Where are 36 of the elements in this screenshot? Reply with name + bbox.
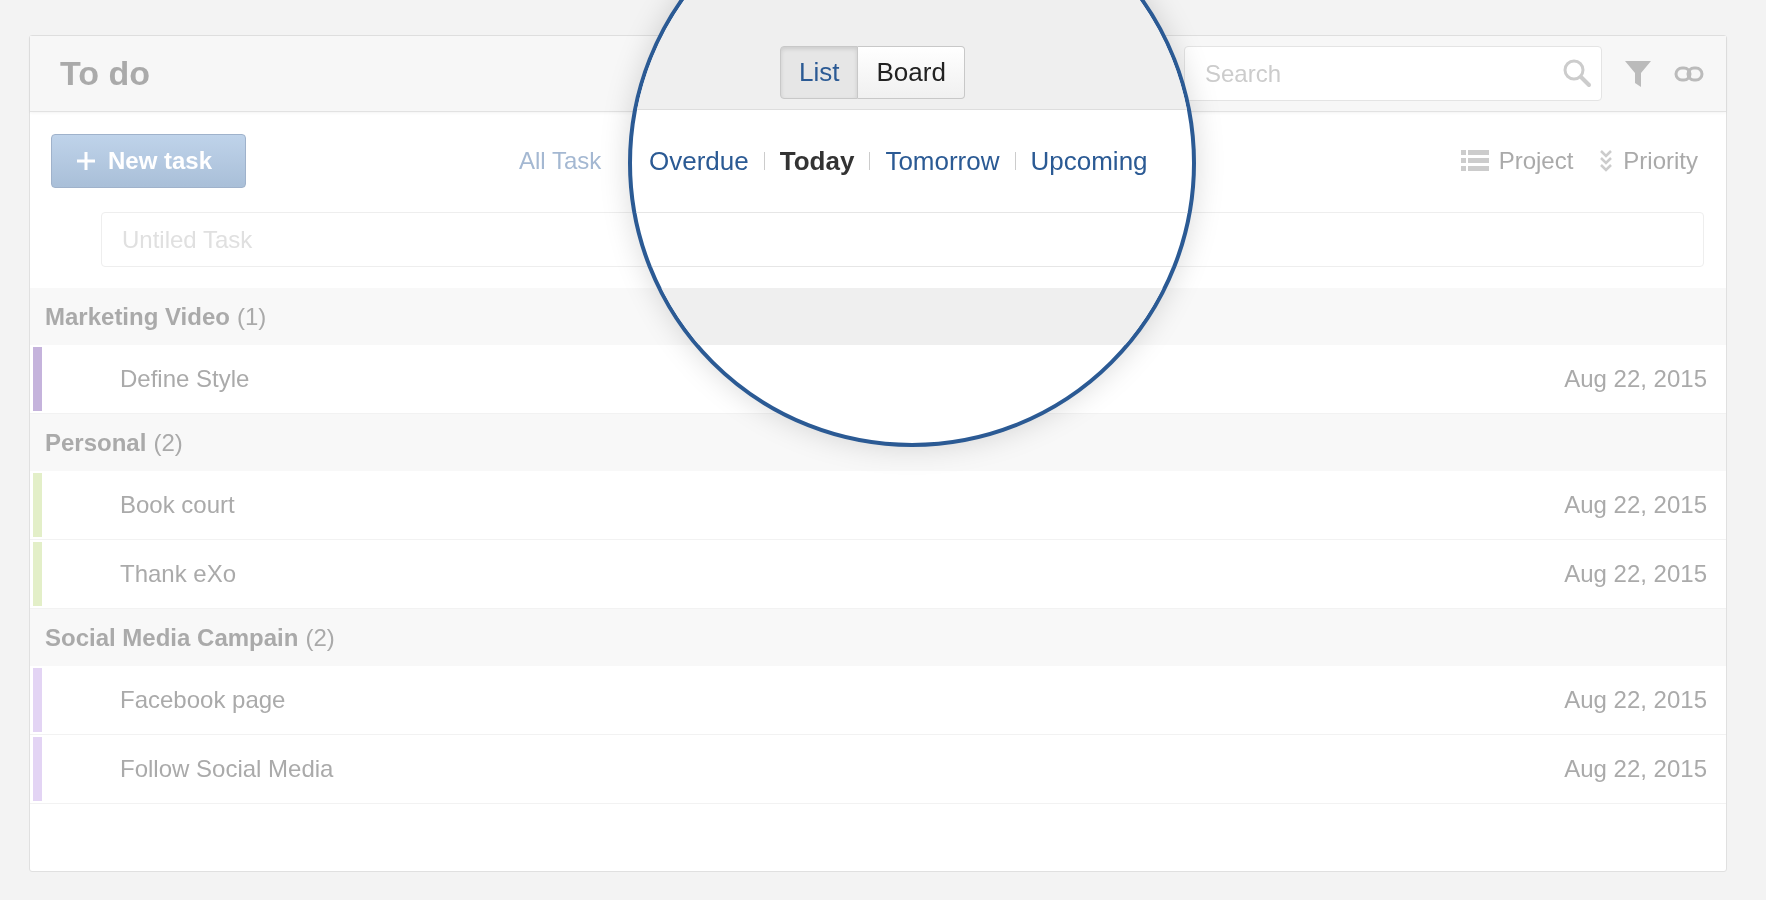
sort-option[interactable]: Priority <box>1623 147 1698 175</box>
search-icon[interactable] <box>1562 58 1592 88</box>
filter-icon[interactable] <box>1624 58 1652 89</box>
task-date: Aug 22, 2015 <box>1564 755 1707 783</box>
task-row[interactable]: Facebook page Aug 22, 2015 <box>30 666 1726 735</box>
group-name: Marketing Video <box>45 302 230 331</box>
filter-tab[interactable]: Upcoming <box>1030 145 1148 177</box>
task-row[interactable]: Follow Social Media Aug 22, 2015 <box>30 735 1726 804</box>
group-count: (2) <box>305 623 335 652</box>
double-chevron-icon <box>1599 149 1614 173</box>
plus-icon <box>76 151 96 171</box>
panel-title: To do <box>60 54 150 93</box>
list-icon <box>1460 150 1489 172</box>
filter-tab[interactable]: Today <box>779 145 855 177</box>
task-title: Follow Social Media <box>120 755 335 783</box>
new-task-button[interactable]: New task <box>51 134 246 188</box>
task-date: Aug 22, 2015 <box>1564 365 1707 393</box>
link-icon[interactable] <box>1674 65 1704 82</box>
group-name: Social Media Campain <box>45 623 299 652</box>
sort-option[interactable]: Project <box>1498 147 1574 175</box>
task-title: Thank eXo <box>120 560 238 588</box>
filter-tab[interactable]: Overdue <box>649 145 749 177</box>
filter-link[interactable]: All Task <box>519 147 602 175</box>
task-title: Define Style <box>120 365 251 393</box>
task-title: Book court <box>120 491 236 519</box>
task-title: Facebook page <box>120 686 287 714</box>
group-name: Personal <box>45 428 147 457</box>
task-date: Aug 22, 2015 <box>1564 560 1707 588</box>
task-row[interactable]: Book court Aug 22, 2015 <box>30 471 1726 540</box>
view-toggle-button[interactable]: List <box>780 46 859 99</box>
filter-tab[interactable]: Tomorrow <box>885 145 1000 177</box>
task-date: Aug 22, 2015 <box>1564 686 1707 714</box>
task-date: Aug 22, 2015 <box>1564 491 1707 519</box>
view-toggle-button[interactable]: Board <box>858 46 965 99</box>
group-count: (2) <box>153 428 183 457</box>
group-count: (1) <box>236 302 267 331</box>
